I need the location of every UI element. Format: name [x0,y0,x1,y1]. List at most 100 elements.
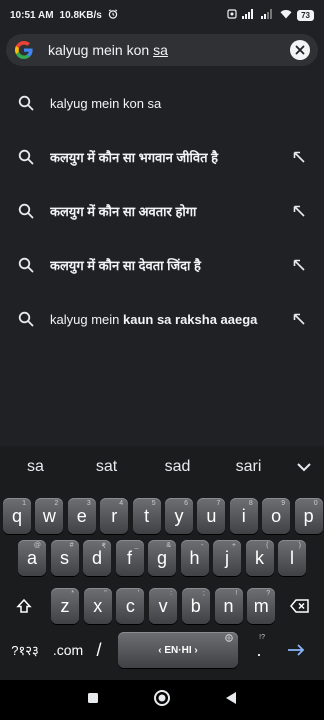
key-o[interactable]: o9 [262,498,291,534]
suggestion-item[interactable]: kalyug mein kon sa [0,76,324,130]
search-bar[interactable]: kalyug mein kon sa [6,34,318,66]
suggestion-text: कलयुग में कौन सा भगवान जीवित है [50,148,290,166]
key-k-label: k [255,547,264,568]
key-z-secondary: * [71,590,74,597]
key-r-label: r [111,505,118,526]
suggestion-item[interactable]: kalyug mein kaun sa raksha aaega [0,292,324,346]
prediction-word[interactable]: sa [0,458,71,476]
key-q-secondary: 1 [22,500,26,507]
enter-key[interactable] [278,632,314,668]
key-h[interactable]: h- [180,540,209,576]
period-key[interactable]: !?. [248,632,270,668]
key-l-label: l [290,547,294,568]
search-icon [16,201,36,221]
suggestion-item[interactable]: कलयुग में कौन सा भगवान जीवित है [0,130,324,184]
suggestion-text: kalyug mein kaun sa raksha aaega [50,312,290,327]
dotcom-key-label: .com [52,642,84,658]
prediction-word[interactable]: sad [142,458,213,476]
key-l-secondary: ) [298,542,301,549]
key-w[interactable]: w2 [35,498,64,534]
square-icon [88,693,98,703]
key-t-label: t [144,505,150,526]
key-l[interactable]: l) [278,540,306,576]
key-y[interactable]: y6 [165,498,193,534]
key-z-label: z [60,595,70,616]
suggestion-text-bold: कलयुग में कौन सा भगवान जीवित है [50,150,219,165]
fill-query-arrow-icon[interactable] [290,256,308,274]
key-i[interactable]: i8 [229,498,258,534]
search-icon [16,255,36,275]
alarm-icon [108,8,118,22]
circle-icon [154,689,170,706]
slash-key-label: / [96,639,102,660]
suggestion-list: kalyug mein kon sa कलयुग में कौन सा भगवा… [0,76,324,346]
key-t[interactable]: t5 [132,498,161,534]
key-x-secondary: " [104,590,107,597]
key-z[interactable]: z * [51,588,79,624]
key-c-label: c [125,595,135,616]
key-s-secondary: # [69,542,74,549]
key-g[interactable]: g & [148,540,176,576]
suggestion-text-normal: kalyug mein kon sa [50,95,162,111]
key-v[interactable]: v: [149,588,178,624]
google-logo-icon [14,40,34,60]
key-j[interactable]: j + [213,540,241,576]
key-s[interactable]: s # [50,540,79,576]
key-f[interactable]: f _ [115,540,144,576]
key-f-secondary: _ [134,542,139,549]
home-button[interactable] [153,689,171,712]
key-m[interactable]: m? [247,588,276,624]
key-f-label: f [126,547,132,568]
key-a[interactable]: a @ [18,540,46,576]
space-key[interactable]: ‹ EN·HI › [118,632,238,668]
key-q[interactable]: q1 [3,498,31,534]
key-b[interactable]: b; [181,588,210,624]
prediction-word[interactable]: sari [213,458,284,476]
shift-icon [16,598,32,613]
globe-icon [225,634,233,644]
key-s-label: s [60,547,69,568]
key-j-label: j [225,547,229,568]
key-d[interactable]: d ₹ [83,540,111,576]
fill-query-arrow-icon[interactable] [290,310,308,328]
key-y-label: y [174,505,184,526]
key-m-secondary: ? [266,590,271,597]
key-o-secondary: 9 [281,500,286,507]
prediction-word[interactable]: sat [71,458,142,476]
key-u[interactable]: u7 [197,498,226,534]
suggestion-text: कलयुग में कौन सा देवता जिंदा है [50,256,290,274]
recents-button[interactable] [87,691,99,709]
chevron-down-icon[interactable] [284,462,324,472]
key-x[interactable]: x " [83,588,112,624]
clear-search-button[interactable] [290,40,310,60]
key-e[interactable]: e3 [67,498,96,534]
search-input[interactable]: kalyug mein kon sa [48,42,168,58]
suggestion-text: kalyug mein kon sa [50,96,308,111]
key-u-label: u [206,505,217,526]
dotcom-key[interactable]: .com [48,632,88,668]
shift-key[interactable] [6,588,42,624]
backspace-key[interactable] [282,588,318,624]
symbols-key[interactable]: ?१२३ [4,632,46,668]
key-n[interactable]: n! [214,588,243,624]
fill-query-arrow-icon[interactable] [290,148,308,166]
key-r[interactable]: r4 [100,498,129,534]
key-k-secondary: ( [266,542,269,549]
keyboard: sa sat sad sari q 1 w 2 e 3 r 4 t 5 y 6 u 7 i 8 o 9 p 0 a @ s #… [0,446,324,680]
key-n-secondary: ! [235,590,238,597]
key-c[interactable]: c ' [116,588,145,624]
key-b-label: b [190,595,201,616]
slash-key[interactable]: / [88,632,110,668]
key-a-secondary: @ [33,542,41,549]
key-k[interactable]: k( [245,540,274,576]
backspace-icon [290,599,309,613]
back-button[interactable] [225,691,237,710]
key-t-secondary: 5 [151,500,156,507]
suggestion-text-normal: kalyug mein [50,311,123,327]
fill-query-arrow-icon[interactable] [290,202,308,220]
suggestion-item[interactable]: कलयुग में कौन सा अवतार होगा [0,184,324,238]
suggestion-item[interactable]: कलयुग में कौन सा देवता जिंदा है [0,238,324,292]
key-p[interactable]: p0 [294,498,323,534]
key-e-label: e [76,505,87,526]
key-w-label: w [42,505,56,526]
